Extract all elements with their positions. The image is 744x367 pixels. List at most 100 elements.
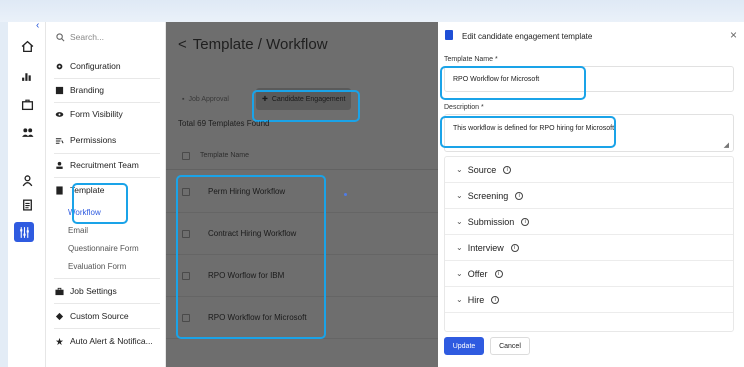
eye-icon bbox=[54, 109, 64, 119]
chevron-down-icon: ⌄ bbox=[456, 269, 463, 278]
menu-divider bbox=[54, 102, 160, 103]
permissions-icon bbox=[54, 135, 64, 145]
collapse-chevron-icon[interactable]: ‹ bbox=[36, 22, 39, 31]
menu-item-branding[interactable]: Branding bbox=[54, 80, 162, 100]
back-chevron-icon[interactable]: < bbox=[178, 36, 187, 53]
app-frame: ‹ Search... Configuration Branding Form … bbox=[8, 22, 744, 367]
menu-item-recruitment-team[interactable]: Recruitment Team bbox=[54, 155, 162, 175]
menu-item-label: Recruitment Team bbox=[70, 160, 139, 170]
menu-item-label: Auto Alert & Notifica... bbox=[70, 336, 153, 346]
description-label: Description * bbox=[444, 104, 484, 111]
briefcase-icon[interactable] bbox=[8, 94, 46, 114]
column-header-template-name: Template Name bbox=[200, 152, 250, 159]
section-screening[interactable]: ⌄ Screening i bbox=[445, 183, 733, 209]
menu-item-label: Custom Source bbox=[70, 311, 129, 321]
briefcase-icon bbox=[54, 286, 64, 296]
people-icon[interactable] bbox=[8, 122, 46, 142]
sub-item-questionnaire-form[interactable]: Questionnaire Form bbox=[68, 244, 139, 253]
menu-item-auto-alert[interactable]: Auto Alert & Notifica... bbox=[54, 331, 162, 351]
settings-menu: Search... Configuration Branding Form Vi… bbox=[46, 22, 166, 367]
clipboard-icon[interactable] bbox=[8, 194, 46, 214]
menu-item-label: Branding bbox=[70, 85, 105, 95]
menu-item-permissions[interactable]: Permissions bbox=[54, 130, 162, 150]
user-icon[interactable] bbox=[8, 170, 46, 190]
templates-count: Total 69 Templates Found bbox=[178, 119, 270, 128]
cancel-button[interactable]: Cancel bbox=[490, 337, 530, 355]
chevron-down-icon: ⌄ bbox=[456, 243, 463, 252]
description-highlight bbox=[440, 116, 616, 148]
sub-item-evaluation-form[interactable]: Evaluation Form bbox=[68, 262, 126, 271]
menu-item-label: Job Settings bbox=[70, 286, 117, 296]
menu-item-job-settings[interactable]: Job Settings bbox=[54, 281, 162, 301]
info-icon[interactable]: i bbox=[503, 165, 512, 174]
section-label: Hire bbox=[467, 294, 485, 305]
section-hire[interactable]: ⌄ Hire i bbox=[445, 287, 733, 313]
section-interview[interactable]: ⌄ Interview i bbox=[445, 235, 733, 261]
section-label: Screening bbox=[467, 190, 509, 201]
info-icon[interactable]: i bbox=[510, 243, 519, 252]
select-all-checkbox[interactable] bbox=[182, 151, 190, 160]
menu-item-custom-source[interactable]: Custom Source bbox=[54, 306, 162, 326]
resize-handle-icon[interactable]: ◢ bbox=[724, 141, 729, 149]
tabs-bar: ▪ Job Approval ✚ Candidate Engagement bbox=[166, 70, 438, 122]
chevron-down-icon: ⌄ bbox=[456, 295, 463, 304]
home-icon[interactable] bbox=[8, 36, 46, 56]
top-banner bbox=[0, 0, 744, 22]
tab-label: Job Approval bbox=[188, 95, 229, 103]
menu-divider bbox=[54, 177, 160, 178]
alert-icon bbox=[54, 336, 64, 346]
menu-divider bbox=[54, 78, 160, 79]
cursor-dot bbox=[344, 193, 347, 196]
section-submission[interactable]: ⌄ Submission i bbox=[445, 209, 733, 235]
name-highlight bbox=[440, 66, 586, 100]
menu-divider bbox=[54, 153, 160, 154]
template-name-label: Template Name * bbox=[444, 56, 498, 63]
section-label: Offer bbox=[467, 268, 488, 279]
search-placeholder: Search... bbox=[70, 32, 105, 42]
page-title-text: Template / Workflow bbox=[192, 36, 328, 53]
edit-template-drawer: Edit candidate engagement template × Tem… bbox=[438, 22, 744, 367]
icon-rail: ‹ bbox=[8, 22, 46, 367]
update-button[interactable]: Update bbox=[444, 337, 484, 355]
close-icon[interactable]: × bbox=[730, 28, 737, 42]
drawer-title: Edit candidate engagement template bbox=[462, 32, 593, 41]
menu-item-form-visibility[interactable]: Form Visibility bbox=[54, 104, 162, 124]
branding-icon bbox=[54, 85, 64, 95]
info-icon[interactable]: i bbox=[494, 269, 503, 278]
menu-divider bbox=[54, 328, 160, 329]
section-label: Source bbox=[467, 164, 497, 175]
person-icon bbox=[54, 160, 64, 170]
menu-search[interactable]: Search... bbox=[56, 32, 104, 42]
gear-icon bbox=[54, 61, 64, 71]
settings-sliders-icon[interactable] bbox=[14, 222, 34, 242]
analytics-icon[interactable] bbox=[8, 66, 46, 86]
menu-item-label: Configuration bbox=[70, 61, 121, 71]
menu-item-label: Form Visibility bbox=[70, 109, 123, 119]
workflow-page: < Template / Workflow ▪ Job Approval ✚ C… bbox=[166, 22, 438, 367]
rows-highlight bbox=[176, 175, 326, 339]
page-title: < Template / Workflow bbox=[178, 36, 328, 53]
chevron-down-icon: ⌄ bbox=[456, 191, 463, 200]
section-label: Submission bbox=[467, 216, 515, 227]
section-source[interactable]: ⌄ Source i bbox=[445, 157, 733, 183]
search-icon bbox=[56, 32, 65, 41]
info-icon[interactable]: i bbox=[521, 217, 530, 226]
workflow-sections: ⌄ Source i ⌄ Screening i ⌄ Submission i … bbox=[444, 156, 734, 332]
template-highlight bbox=[72, 183, 128, 224]
tab-highlight bbox=[252, 90, 360, 122]
sub-item-email[interactable]: Email bbox=[68, 226, 88, 235]
menu-item-configuration[interactable]: Configuration bbox=[54, 56, 162, 76]
info-icon[interactable]: i bbox=[491, 295, 500, 304]
chevron-down-icon: ⌄ bbox=[456, 165, 463, 174]
menu-divider bbox=[54, 303, 160, 304]
source-icon bbox=[54, 311, 64, 321]
menu-divider bbox=[54, 278, 160, 279]
table-header: Template Name bbox=[166, 142, 438, 170]
document-icon bbox=[445, 30, 453, 40]
info-icon[interactable]: i bbox=[515, 191, 524, 200]
section-offer[interactable]: ⌄ Offer i bbox=[445, 261, 733, 287]
tab-job-approval[interactable]: ▪ Job Approval bbox=[176, 88, 235, 110]
chevron-down-icon: ⌄ bbox=[456, 217, 463, 226]
document-icon bbox=[54, 185, 64, 195]
section-label: Interview bbox=[467, 242, 504, 253]
